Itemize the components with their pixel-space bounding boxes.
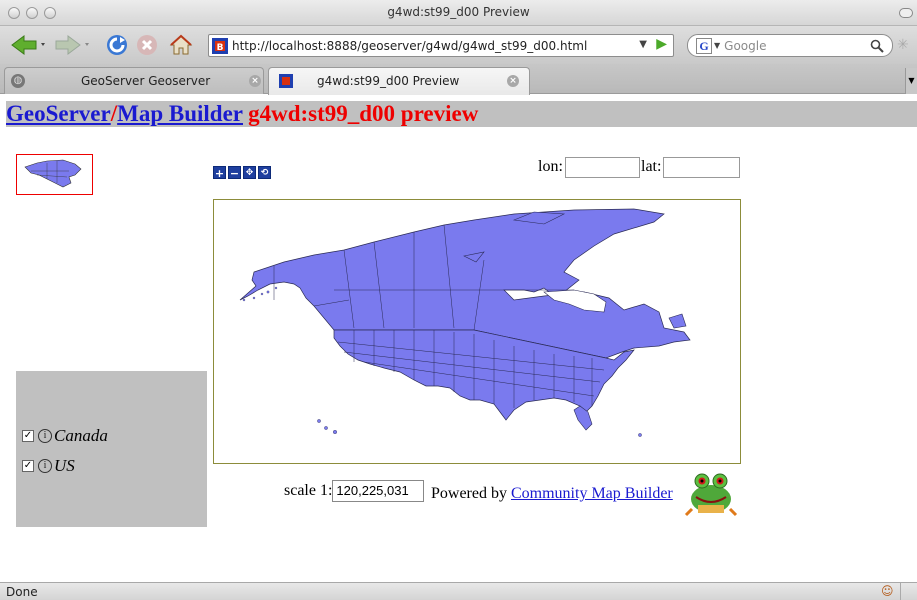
powered-by-credit: Powered by Community Map Builder (431, 485, 673, 503)
forward-button[interactable] (52, 33, 92, 57)
map-nav-toolbar: + − ✥ ⟲ (213, 166, 271, 180)
page-header: GeoServer/Map Builder g4wd:st99_d00 prev… (6, 101, 917, 127)
tab-geoserver[interactable]: ◍ GeoServer Geoserver × (4, 67, 264, 94)
window-title: g4wd:st99_d00 Preview (387, 5, 530, 19)
reload-icon (107, 35, 127, 55)
map-builder-link[interactable]: Map Builder (117, 101, 243, 126)
main-map[interactable] (213, 199, 741, 464)
google-engine-icon[interactable]: G (696, 37, 712, 54)
site-favicon-icon (279, 74, 293, 88)
legend-item-us: ✓ i US (22, 456, 75, 476)
globe-favicon-icon: ◍ (11, 74, 25, 88)
back-arrow-icon (11, 35, 45, 55)
legend-label-canada: Canada (54, 426, 108, 445)
tab-label: g4wd:st99_d00 Preview (317, 74, 460, 88)
search-bar[interactable]: G ▼ Google (687, 34, 893, 57)
url-dropdown-icon[interactable]: ▼ (639, 39, 647, 50)
lon-label: lon: (538, 158, 563, 175)
north-america-map (239, 208, 691, 437)
throbber-icon: ✳ (897, 37, 909, 53)
svg-text:B: B (217, 43, 224, 53)
go-arrow-icon[interactable]: ▶ (656, 36, 667, 52)
site-favicon-icon: B (212, 37, 228, 54)
canada-checkbox[interactable]: ✓ (22, 430, 34, 442)
lat-input[interactable] (663, 157, 740, 178)
reset-extent-button[interactable]: ⟲ (258, 166, 271, 179)
back-button[interactable] (8, 33, 48, 57)
reload-button[interactable] (104, 33, 130, 57)
tab-bar: ◍ GeoServer Geoserver × g4wd:st99_d00 Pr… (0, 64, 917, 95)
zoom-out-button[interactable]: − (228, 166, 241, 180)
search-input[interactable]: Google (724, 39, 766, 53)
status-bar: Done ☺ (0, 582, 917, 600)
geoserver-link[interactable]: GeoServer (6, 101, 111, 126)
overview-map-image (24, 159, 82, 188)
info-icon[interactable]: i (38, 429, 52, 443)
us-checkbox[interactable]: ✓ (22, 460, 34, 472)
close-tab-icon[interactable]: × (249, 75, 261, 87)
forward-arrow-icon (55, 35, 89, 55)
powered-by-text: Powered by (431, 485, 507, 502)
stop-icon (137, 35, 157, 55)
stop-button[interactable] (134, 33, 160, 57)
tab-list-button[interactable]: ▼ (905, 68, 917, 94)
info-icon[interactable]: i (38, 459, 52, 473)
search-icon[interactable] (870, 39, 884, 53)
pan-button[interactable]: ✥ (243, 166, 256, 179)
tab-preview[interactable]: g4wd:st99_d00 Preview × (268, 67, 530, 95)
zoom-in-button[interactable]: + (213, 166, 226, 180)
window-titlebar: g4wd:st99_d00 Preview (0, 0, 917, 26)
overview-map[interactable] (16, 154, 93, 195)
engine-dropdown-icon[interactable]: ▼ (714, 41, 720, 50)
addon-status-icon[interactable]: ☺ (881, 584, 894, 598)
page-title: g4wd:st99_d00 preview (248, 101, 479, 126)
tab-label: GeoServer Geoserver (81, 74, 211, 88)
home-button[interactable] (168, 33, 194, 57)
lat-label: lat: (641, 158, 662, 175)
status-divider (900, 583, 901, 600)
home-icon (169, 34, 193, 55)
close-tab-icon[interactable]: × (507, 75, 519, 87)
scale-control: scale 1: 120,225,031 (284, 480, 425, 502)
legend-item-canada: ✓ i Canada (22, 426, 108, 446)
scale-input[interactable]: 120,225,031 (332, 480, 425, 502)
legend-label-us: US (54, 456, 75, 475)
frog-logo-icon (684, 473, 738, 517)
lon-input[interactable] (565, 157, 640, 178)
browser-toolbar: B http://localhost:8888/geoserver/g4wd/g… (0, 26, 917, 64)
address-bar[interactable]: B http://localhost:8888/geoserver/g4wd/g… (208, 34, 674, 57)
community-map-builder-link[interactable]: Community Map Builder (511, 485, 673, 502)
frog-logo[interactable] (684, 469, 738, 519)
toolbar-toggle-button[interactable] (899, 8, 913, 18)
status-text: Done (6, 585, 38, 599)
url-text: http://localhost:8888/geoserver/g4wd/g4w… (232, 38, 588, 53)
legend-panel: ✓ i Canada ✓ i US (16, 371, 207, 527)
scale-label: scale 1: (284, 482, 333, 499)
